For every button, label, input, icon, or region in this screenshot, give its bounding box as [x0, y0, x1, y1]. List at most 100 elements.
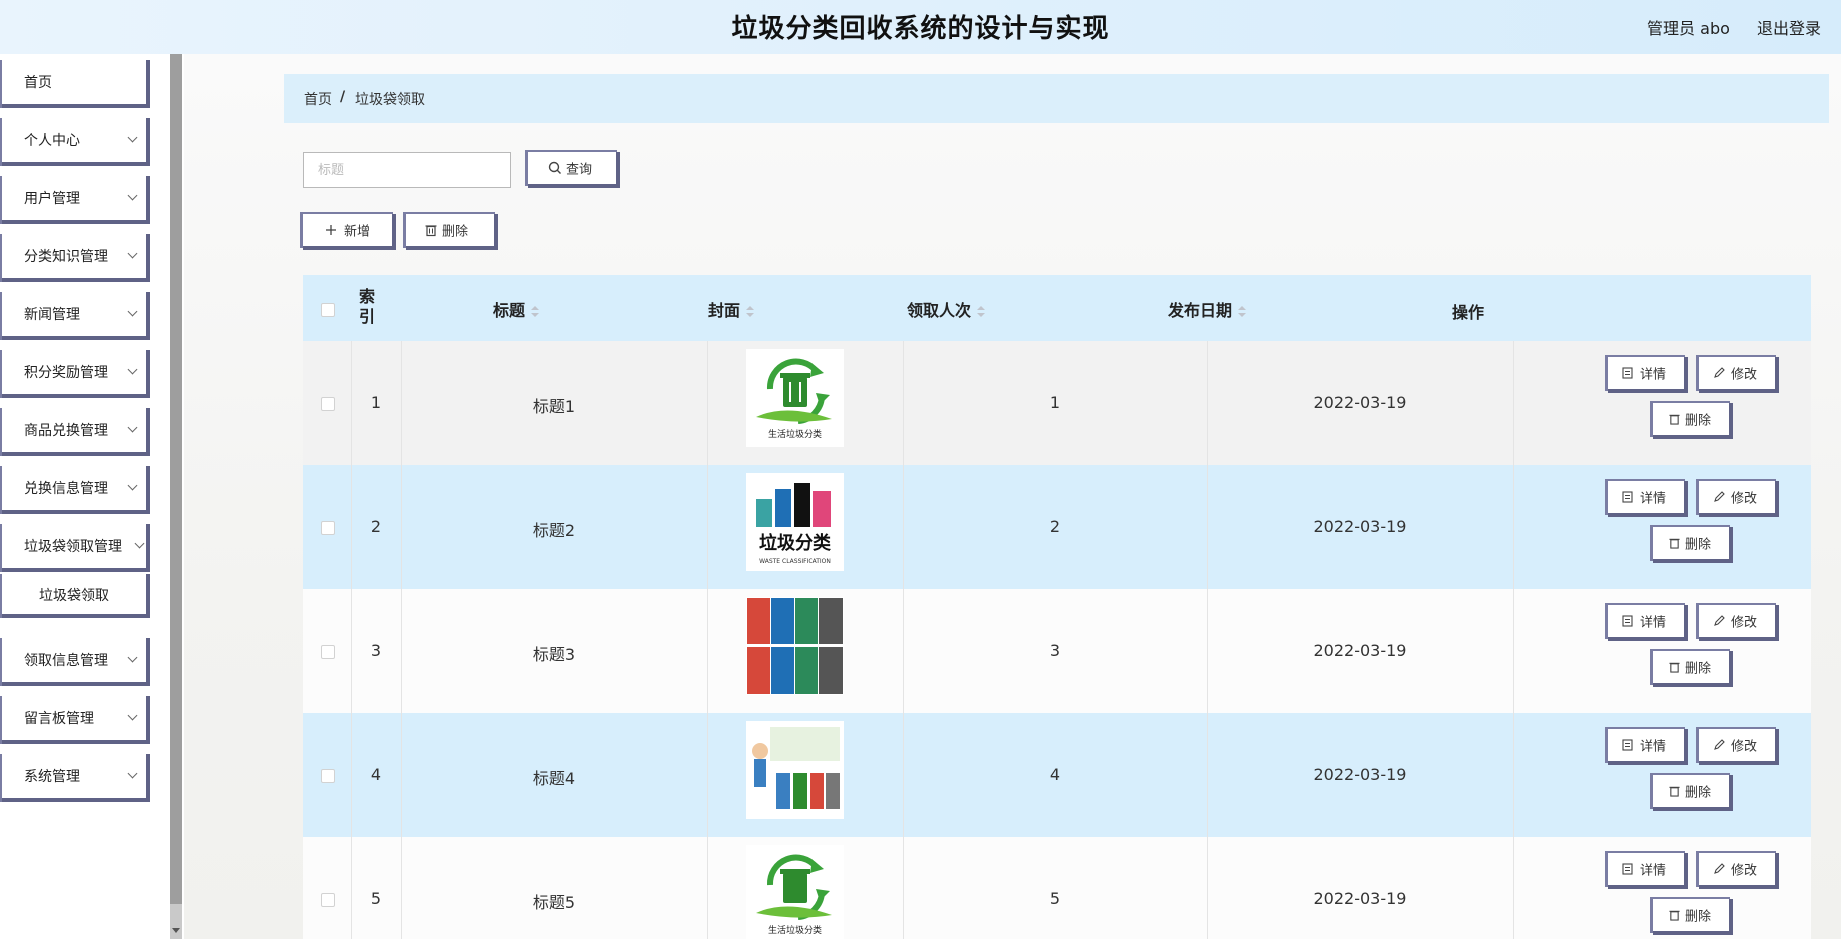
sort-icon[interactable] [746, 305, 754, 318]
sidebar-item-label: 垃圾袋领取 [39, 588, 109, 604]
sidebar-item-exchange-info[interactable]: 兑换信息管理 [2, 466, 150, 514]
row-count: 3 [1049, 641, 1061, 660]
column-title-header[interactable]: 标题 [387, 275, 645, 341]
sidebar-scrollbar[interactable] [170, 54, 182, 939]
chevron-down-icon [127, 480, 138, 491]
column-title-label: 标题 [492, 301, 525, 320]
edit-button[interactable]: 修改 [1699, 481, 1779, 517]
row-date: 2022-03-19 [1313, 889, 1407, 908]
child-with-bins-image [746, 721, 844, 819]
detail-button[interactable]: 详情 [1608, 357, 1688, 393]
chevron-down-icon [127, 306, 138, 317]
search-button-label: 查询 [566, 162, 593, 178]
search-button[interactable]: 查询 [528, 152, 620, 188]
cover-image[interactable]: 生活垃圾分类 [746, 349, 844, 447]
row-checkbox[interactable] [321, 893, 335, 907]
edit-button[interactable]: 修改 [1699, 729, 1779, 765]
scrollbar-thumb[interactable] [170, 54, 182, 904]
detail-button[interactable]: 详情 [1608, 605, 1688, 641]
recycle-bin-logo-image: 生活垃圾分类 [746, 349, 844, 447]
row-delete-button-label: 删除 [1685, 661, 1712, 677]
row-delete-button[interactable]: 删除 [1653, 899, 1733, 935]
sidebar-item-news-management[interactable]: 新闻管理 [2, 292, 150, 340]
sidebar-item-label: 系统管理 [24, 769, 80, 785]
table-row: 3 标题3 3 2022-03-19 详情 修改 删除 [303, 589, 1811, 713]
sidebar-item-collection-info[interactable]: 领取信息管理 [2, 638, 150, 686]
edit-button[interactable]: 修改 [1699, 357, 1779, 393]
sidebar-item-label: 个人中心 [24, 133, 80, 149]
row-delete-button[interactable]: 删除 [1653, 527, 1733, 563]
scroll-down-arrow-icon[interactable] [172, 928, 180, 933]
document-icon [1622, 863, 1633, 875]
chevron-down-icon [127, 710, 138, 721]
main-content: 首页 / 垃圾袋领取 查询 新增 删除 索 引 [184, 54, 1841, 939]
detail-button[interactable]: 详情 [1608, 729, 1688, 765]
sidebar-item-user-management[interactable]: 用户管理 [2, 176, 150, 224]
svg-text:垃圾分类: 垃圾分类 [759, 532, 832, 554]
sidebar-item-personal-center[interactable]: 个人中心 [2, 118, 150, 166]
sidebar-item-bag-collection-management[interactable]: 垃圾袋领取管理 [2, 524, 150, 572]
sidebar-item-system-management[interactable]: 系统管理 [2, 754, 150, 802]
row-delete-button[interactable]: 删除 [1653, 651, 1733, 687]
svg-text:生活垃圾分类: 生活垃圾分类 [768, 924, 822, 936]
edit-button-label: 修改 [1731, 739, 1758, 755]
row-checkbox[interactable] [321, 521, 335, 535]
breadcrumb-home[interactable]: 首页 [304, 89, 332, 109]
detail-button[interactable]: 详情 [1608, 853, 1688, 889]
sidebar-item-points-reward[interactable]: 积分奖励管理 [2, 350, 150, 398]
sidebar-item-home[interactable]: 首页 [2, 60, 150, 108]
row-checkbox[interactable] [321, 769, 335, 783]
column-date-header[interactable]: 发布日期 [1077, 275, 1337, 341]
row-title: 标题1 [532, 397, 576, 416]
cover-image[interactable]: 生活垃圾分类 [746, 845, 844, 939]
select-all-checkbox[interactable] [321, 303, 335, 317]
cover-image[interactable]: 垃圾分类 WASTE CLASSIFICATION [746, 473, 844, 571]
sidebar-item-label: 积分奖励管理 [24, 365, 108, 381]
sidebar-item-message-board[interactable]: 留言板管理 [2, 696, 150, 744]
detail-button[interactable]: 详情 [1608, 481, 1688, 517]
sidebar-item-knowledge-management[interactable]: 分类知识管理 [2, 234, 150, 282]
breadcrumb-separator: / [340, 89, 346, 105]
sort-icon[interactable] [977, 305, 985, 318]
row-date: 2022-03-19 [1313, 641, 1407, 660]
chevron-down-icon [127, 422, 138, 433]
sidebar-item-goods-exchange[interactable]: 商品兑换管理 [2, 408, 150, 456]
table-row: 5 标题5 生活垃圾分类 5 2022-03-19 详情 修改 删除 [303, 837, 1811, 939]
logout-link[interactable]: 退出登录 [1757, 19, 1821, 38]
top-header: 垃圾分类回收系统的设计与实现 管理员 abo 退出登录 [0, 0, 1841, 54]
row-checkbox[interactable] [321, 645, 335, 659]
sidebar-item-label: 商品兑换管理 [24, 423, 108, 439]
row-date: 2022-03-19 [1313, 393, 1407, 412]
row-delete-button[interactable]: 删除 [1653, 403, 1733, 439]
breadcrumb: 首页 / 垃圾袋领取 [284, 74, 1829, 123]
document-icon [1622, 615, 1633, 627]
waste-bins-image: 垃圾分类 WASTE CLASSIFICATION [746, 473, 844, 571]
sidebar-item-label: 垃圾袋领取管理 [24, 539, 122, 555]
sort-icon[interactable] [531, 305, 539, 318]
sidebar-item-label: 用户管理 [24, 191, 80, 207]
row-index: 5 [370, 889, 382, 908]
column-cover-label: 封面 [707, 301, 740, 320]
sort-icon[interactable] [1238, 305, 1246, 318]
cover-image[interactable] [746, 597, 844, 695]
svg-text:生活垃圾分类: 生活垃圾分类 [768, 428, 822, 440]
edit-button[interactable]: 修改 [1699, 605, 1779, 641]
column-count-header[interactable]: 领取人次 [815, 275, 1077, 341]
sidebar-item-label: 留言板管理 [24, 711, 94, 727]
chevron-down-icon [127, 652, 138, 663]
add-button[interactable]: 新增 [303, 214, 396, 250]
detail-button-label: 详情 [1640, 739, 1667, 755]
column-cover-header[interactable]: 封面 [649, 275, 813, 341]
row-checkbox[interactable] [321, 397, 335, 411]
edit-button[interactable]: 修改 [1699, 853, 1779, 889]
row-index: 4 [370, 765, 382, 784]
row-index: 1 [370, 393, 382, 412]
cover-image[interactable] [746, 721, 844, 819]
sidebar-subitem-bag-collection[interactable]: 垃圾袋领取 [2, 574, 150, 618]
plus-icon [326, 225, 336, 235]
row-delete-button-label: 删除 [1685, 413, 1712, 429]
batch-delete-button[interactable]: 删除 [406, 214, 498, 250]
edit-pencil-icon [1714, 367, 1725, 378]
row-delete-button[interactable]: 删除 [1653, 775, 1733, 811]
search-input[interactable] [303, 152, 511, 188]
